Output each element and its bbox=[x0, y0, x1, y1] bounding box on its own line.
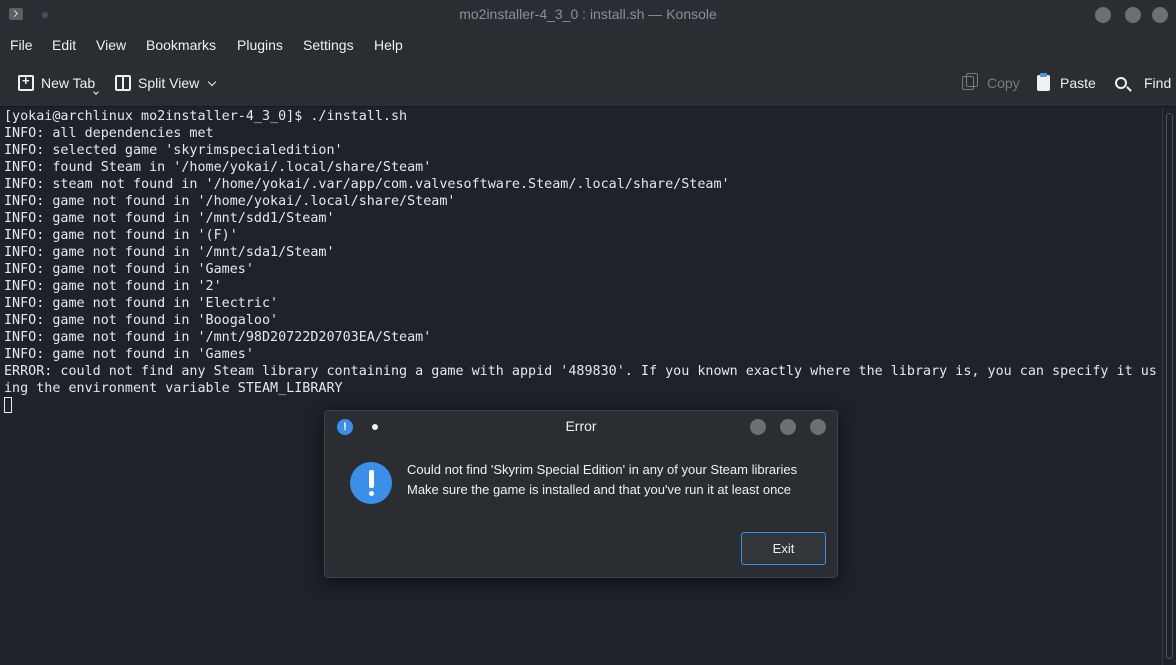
menu-edit[interactable]: Edit bbox=[52, 37, 76, 53]
menu-bookmarks[interactable]: Bookmarks bbox=[146, 37, 216, 53]
error-dialog: ! Error Could not find 'Skyrim Special E… bbox=[324, 410, 838, 578]
menu-view[interactable]: View bbox=[96, 37, 126, 53]
paste-button[interactable]: Paste bbox=[1037, 73, 1096, 91]
menu-bar: File Edit View Bookmarks Plugins Setting… bbox=[0, 30, 1176, 60]
scrollbar-handle[interactable] bbox=[1166, 113, 1173, 659]
split-view-icon bbox=[115, 75, 131, 91]
dialog-close-button[interactable] bbox=[810, 419, 826, 435]
minimize-button[interactable] bbox=[1095, 7, 1111, 23]
copy-button[interactable]: Copy bbox=[962, 73, 1020, 91]
dialog-message: Could not find 'Skyrim Special Edition' … bbox=[407, 460, 797, 499]
paste-label: Paste bbox=[1060, 75, 1096, 91]
window-titlebar: mo2installer-4_3_0 : install.sh — Konsol… bbox=[0, 0, 1176, 30]
new-tab-icon bbox=[18, 73, 34, 91]
terminal-line: INFO: game not found in '/mnt/sdd1/Steam… bbox=[4, 211, 335, 226]
terminal-line: INFO: selected game 'skyrimspecialeditio… bbox=[4, 143, 343, 158]
terminal-cursor bbox=[4, 397, 12, 413]
terminal-output[interactable]: [yokai@archlinux mo2installer-4_3_0]$ ./… bbox=[0, 107, 1162, 665]
terminal-line: [yokai@archlinux mo2installer-4_3_0]$ ./… bbox=[4, 109, 408, 124]
find-button[interactable]: Find bbox=[1115, 75, 1171, 91]
close-button[interactable] bbox=[1152, 7, 1168, 23]
dialog-message-line1: Could not find 'Skyrim Special Edition' … bbox=[407, 462, 798, 477]
exit-button[interactable]: Exit bbox=[741, 532, 826, 565]
paste-icon bbox=[1037, 73, 1050, 91]
terminal-line: INFO: game not found in 'Games' bbox=[4, 347, 254, 362]
terminal-line: INFO: found Steam in '/home/yokai/.local… bbox=[4, 160, 432, 175]
terminal-scrollbar[interactable] bbox=[1162, 107, 1176, 665]
new-tab-label: New Tab bbox=[41, 75, 96, 91]
terminal-line: INFO: game not found in 'Boogaloo' bbox=[4, 313, 279, 328]
terminal-line: INFO: all dependencies met bbox=[4, 126, 214, 141]
terminal-line: INFO: steam not found in '/home/yokai/.v… bbox=[4, 177, 730, 192]
maximize-button[interactable] bbox=[1125, 7, 1141, 23]
terminal-line: INFO: game not found in 'Games' bbox=[4, 262, 254, 277]
terminal-line: INFO: game not found in 'Electric' bbox=[4, 296, 279, 311]
copy-icon bbox=[962, 73, 978, 90]
search-icon bbox=[1115, 77, 1127, 89]
dialog-body: Could not find 'Skyrim Special Edition' … bbox=[325, 441, 837, 577]
main-toolbar: New Tab Split View Copy Paste Find bbox=[0, 60, 1176, 107]
warning-exclamation-icon bbox=[350, 462, 392, 504]
split-view-button[interactable]: Split View bbox=[115, 75, 217, 91]
find-label: Find bbox=[1144, 75, 1172, 91]
menu-plugins[interactable]: Plugins bbox=[237, 37, 283, 53]
menu-help[interactable]: Help bbox=[374, 37, 403, 53]
terminal-line: INFO: game not found in '/mnt/98D20722D2… bbox=[4, 330, 432, 345]
terminal-line: ERROR: could not find any Steam library … bbox=[4, 364, 1157, 379]
terminal-line: INFO: game not found in '2' bbox=[4, 279, 222, 294]
terminal-line: INFO: game not found in '(F)' bbox=[4, 228, 238, 243]
dialog-message-line2: Make sure the game is installed and that… bbox=[407, 481, 792, 497]
dialog-minimize-button[interactable] bbox=[750, 419, 766, 435]
new-tab-button[interactable]: New Tab bbox=[18, 73, 99, 95]
new-tab-dropdown-icon[interactable] bbox=[93, 89, 99, 95]
terminal-line: INFO: game not found in '/mnt/sda1/Steam… bbox=[4, 245, 335, 260]
split-view-dropdown-icon[interactable] bbox=[207, 77, 217, 87]
menu-settings[interactable]: Settings bbox=[303, 37, 354, 53]
terminal-line: ing the environment variable STEAM_LIBRA… bbox=[4, 381, 343, 396]
menu-file[interactable]: File bbox=[10, 37, 33, 53]
dialog-titlebar: ! Error bbox=[325, 411, 837, 441]
split-view-label: Split View bbox=[138, 75, 200, 91]
copy-label: Copy bbox=[987, 75, 1020, 91]
terminal-line: INFO: game not found in '/home/yokai/.lo… bbox=[4, 194, 456, 209]
window-title: mo2installer-4_3_0 : install.sh — Konsol… bbox=[459, 6, 717, 22]
dialog-maximize-button[interactable] bbox=[780, 419, 796, 435]
